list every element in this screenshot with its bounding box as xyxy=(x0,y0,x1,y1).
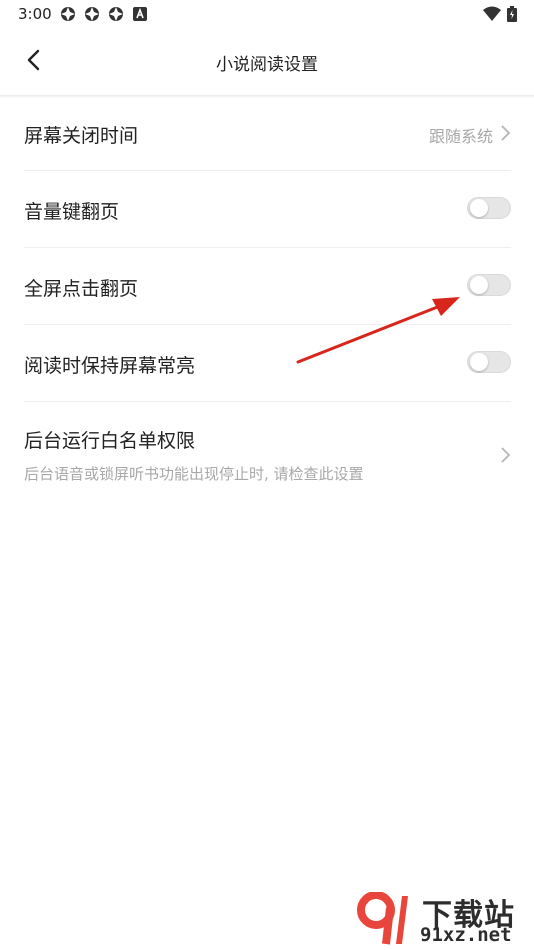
app-bar: 小说阅读设置 xyxy=(0,28,534,95)
keep-screen-on-toggle[interactable] xyxy=(467,351,511,373)
status-bar: 3:00 xyxy=(0,0,534,28)
page-title: 小说阅读设置 xyxy=(216,55,318,75)
chevron-right-icon xyxy=(501,447,511,463)
setting-value: 跟随系统 xyxy=(428,127,493,146)
setting-label: 音量键翻页 xyxy=(24,201,120,223)
toggle-knob xyxy=(470,199,488,217)
battery-icon xyxy=(507,6,517,22)
toggle-knob xyxy=(470,353,488,371)
setting-row-keep-screen-on: 阅读时保持屏幕常亮 xyxy=(24,325,511,402)
setting-label: 阅读时保持屏幕常亮 xyxy=(24,355,196,377)
wifi-icon xyxy=(483,6,501,21)
watermark-url: 91xz.net xyxy=(420,924,512,946)
setting-label: 后台运行白名单权限 xyxy=(24,430,196,452)
setting-row-background-whitelist[interactable]: 后台运行白名单权限 后台语音或锁屏听书功能出现停止时, 请检查此设置 xyxy=(24,402,511,506)
notification-app-icon xyxy=(109,7,123,21)
chevron-right-icon xyxy=(501,125,511,141)
setting-description: 后台语音或锁屏听书功能出现停止时, 请检查此设置 xyxy=(24,465,364,483)
setting-label: 屏幕关闭时间 xyxy=(24,125,139,147)
watermark-91-icon xyxy=(357,892,408,945)
font-notification-icon xyxy=(133,7,147,21)
status-time: 3:00 xyxy=(18,5,52,23)
fullscreen-tap-page-toggle[interactable] xyxy=(467,274,511,296)
toggle-knob xyxy=(470,276,488,294)
notification-app-icon xyxy=(61,7,75,21)
volume-key-page-toggle[interactable] xyxy=(467,197,511,219)
notification-app-icon xyxy=(85,7,99,21)
setting-row-volume-key-page: 音量键翻页 xyxy=(24,171,511,248)
setting-row-fullscreen-tap-page: 全屏点击翻页 xyxy=(24,248,511,325)
setting-row-screen-timeout[interactable]: 屏幕关闭时间 跟随系统 xyxy=(24,96,511,171)
setting-label: 全屏点击翻页 xyxy=(24,278,139,300)
watermark-logo: 下载站 91xz.net xyxy=(356,890,526,948)
